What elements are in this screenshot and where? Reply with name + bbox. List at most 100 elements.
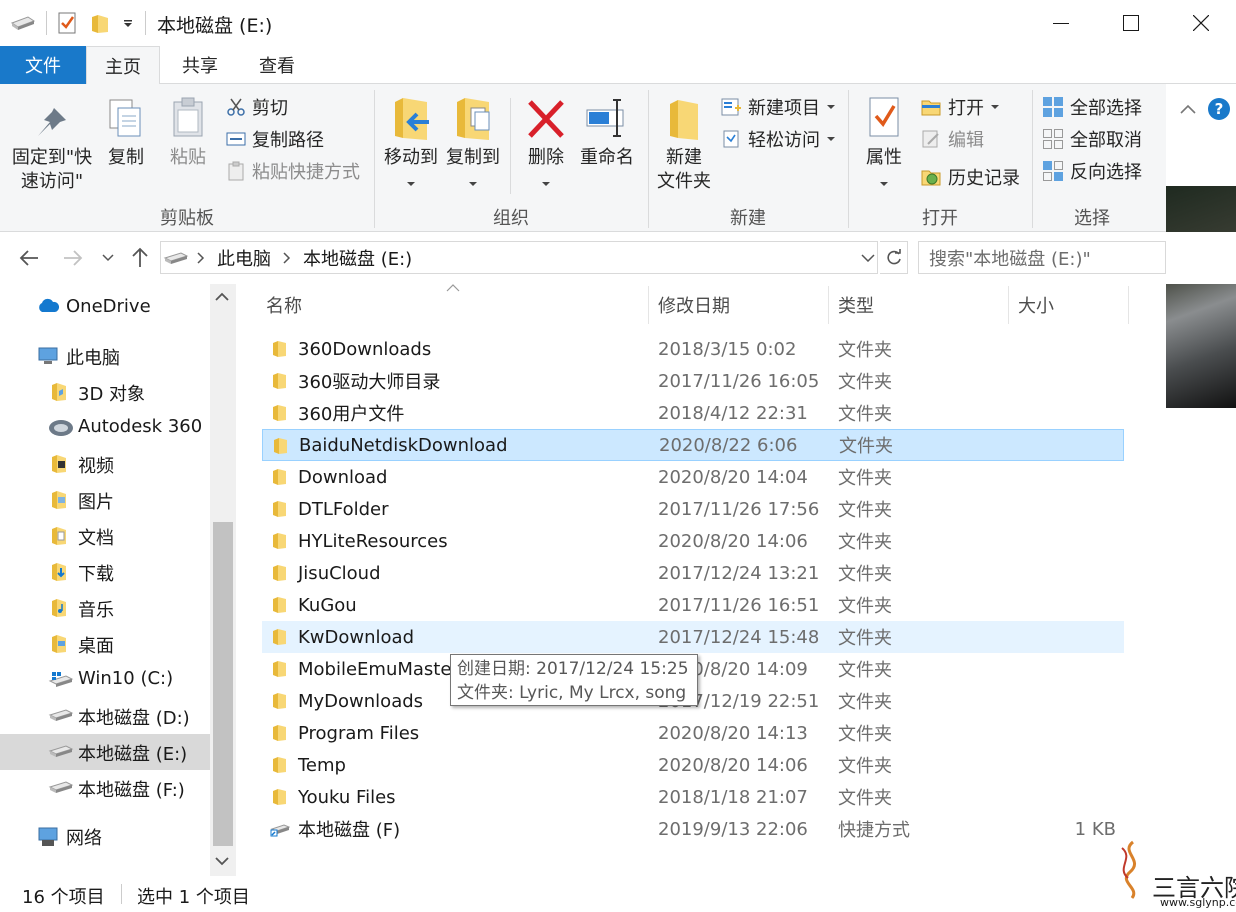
nav-item[interactable]: Win10 (C:) xyxy=(0,662,210,698)
column-divider[interactable] xyxy=(828,286,829,324)
chevron-down-icon xyxy=(827,105,835,109)
ribbon-tabs: 文件 主页 共享 查看 ? xyxy=(0,46,1236,120)
select-none-button[interactable]: 全部取消 xyxy=(1042,126,1142,152)
nav-scroll-thumb[interactable] xyxy=(213,522,233,846)
cloud-icon xyxy=(36,298,60,319)
file-row[interactable]: HYLiteResources 2020/8/20 14:06 文件夹 xyxy=(262,525,1124,557)
tab-home[interactable]: 主页 xyxy=(86,46,160,85)
copy-path-button[interactable]: 复制路径 xyxy=(226,126,324,152)
paste-button[interactable]: 粘贴 xyxy=(160,96,216,170)
breadcrumb-chevron-icon[interactable] xyxy=(197,251,205,264)
tab-file[interactable]: 文件 xyxy=(0,46,86,84)
tab-share[interactable]: 共享 xyxy=(163,46,237,84)
rename-button[interactable]: 重命名 xyxy=(576,94,638,170)
breadcrumb-drive-e[interactable]: 本地磁盘 (E:) xyxy=(303,245,412,271)
file-row[interactable]: 本地磁盘 (F) 2019/9/13 22:06 快捷方式 1 KB xyxy=(262,813,1124,845)
copy-to-button[interactable]: 复制到 xyxy=(442,94,504,194)
nav-item[interactable]: 文档 xyxy=(0,518,210,554)
column-header-name[interactable]: 名称 xyxy=(266,292,302,318)
nav-item[interactable]: 本地磁盘 (E:) xyxy=(0,734,210,770)
network-icon xyxy=(36,826,60,853)
new-folder-icon[interactable] xyxy=(89,12,111,34)
nav-item-label: 下载 xyxy=(78,564,114,585)
collapse-ribbon-icon[interactable] xyxy=(1178,100,1198,120)
new-folder-button[interactable]: 新建 文件夹 xyxy=(654,94,714,194)
tab-view[interactable]: 查看 xyxy=(240,46,314,84)
back-icon[interactable] xyxy=(18,248,40,268)
item-tooltip: 创建日期: 2017/12/24 15:25 文件夹: Lyric, My Lr… xyxy=(450,654,698,706)
edit-button[interactable]: 编辑 xyxy=(920,126,984,152)
column-divider[interactable] xyxy=(648,286,649,324)
search-input[interactable]: 搜索"本地磁盘 (E:)" xyxy=(918,241,1166,274)
open-button[interactable]: 打开 xyxy=(920,94,1000,120)
file-row[interactable]: BaiduNetdiskDownload 2020/8/22 6:06 文件夹 xyxy=(262,429,1124,461)
nav-item[interactable]: 桌面 xyxy=(0,626,210,662)
nav-item[interactable]: OneDrive xyxy=(0,290,210,326)
file-row[interactable]: JisuCloud 2017/12/24 13:21 文件夹 xyxy=(262,557,1124,589)
recent-locations-icon[interactable] xyxy=(102,254,114,262)
file-row[interactable]: Youku Files 2018/1/18 21:07 文件夹 xyxy=(262,781,1124,813)
file-type: 文件夹 xyxy=(838,468,892,489)
minimize-button[interactable] xyxy=(1026,0,1096,46)
qat-dropdown-icon[interactable] xyxy=(121,16,135,30)
drive-icon[interactable] xyxy=(10,13,36,33)
maximize-button[interactable] xyxy=(1096,0,1166,46)
file-row[interactable]: 360用户文件 2018/4/12 22:31 文件夹 xyxy=(262,397,1124,429)
column-divider[interactable] xyxy=(1008,286,1009,324)
nav-item[interactable]: 视频 xyxy=(0,446,210,482)
nav-item[interactable]: 图片 xyxy=(0,482,210,518)
nav-item[interactable]: 下载 xyxy=(0,554,210,590)
breadcrumb-chevron-icon[interactable] xyxy=(283,251,291,264)
close-button[interactable] xyxy=(1166,0,1236,46)
file-row[interactable]: Program Files 2020/8/20 14:13 文件夹 xyxy=(262,717,1124,749)
properties-icon[interactable] xyxy=(57,11,79,35)
copy-path-label: 复制路径 xyxy=(252,130,324,151)
file-date: 2020/8/20 14:04 xyxy=(658,466,808,488)
file-type: 文件夹 xyxy=(838,564,892,585)
properties-button[interactable]: 属性 xyxy=(856,94,912,194)
file-row[interactable]: 360Downloads 2018/3/15 0:02 文件夹 xyxy=(262,333,1124,365)
nav-item[interactable]: 3D 对象 xyxy=(0,374,210,410)
file-row[interactable]: KwDownload 2017/12/24 15:48 文件夹 xyxy=(262,621,1124,653)
folder-icon xyxy=(271,438,289,454)
help-icon[interactable]: ? xyxy=(1208,98,1230,120)
column-header-type[interactable]: 类型 xyxy=(838,292,874,318)
breadcrumb-this-pc[interactable]: 此电脑 xyxy=(217,245,271,271)
cut-button[interactable]: 剪切 xyxy=(226,94,288,120)
nav-item[interactable]: 本地磁盘 (D:) xyxy=(0,698,210,734)
file-row[interactable]: Temp 2020/8/20 14:06 文件夹 xyxy=(262,749,1124,781)
nav-item[interactable]: 此电脑 xyxy=(0,338,210,374)
chevron-down-icon xyxy=(407,182,415,186)
pin-quick-access-button[interactable]: 固定到"快 速访问" xyxy=(8,102,96,194)
column-header-date[interactable]: 修改日期 xyxy=(658,292,730,318)
paste-shortcut-button[interactable]: 粘贴快捷方式 xyxy=(226,158,360,184)
easy-access-button[interactable]: 轻松访问 xyxy=(720,126,836,152)
scroll-down-icon[interactable] xyxy=(215,856,229,866)
folder-3d-icon xyxy=(48,382,70,407)
file-row[interactable]: DTLFolder 2017/11/26 17:56 文件夹 xyxy=(262,493,1124,525)
nav-item[interactable]: Autodesk 360 xyxy=(0,410,210,446)
file-row[interactable]: KuGou 2017/11/26 16:51 文件夹 xyxy=(262,589,1124,621)
column-divider[interactable] xyxy=(1128,286,1129,324)
address-dropdown-icon[interactable] xyxy=(861,253,875,262)
invert-selection-button[interactable]: 反向选择 xyxy=(1042,158,1142,184)
up-icon[interactable] xyxy=(130,246,150,268)
refresh-button[interactable] xyxy=(880,241,908,274)
nav-item[interactable]: 本地磁盘 (F:) xyxy=(0,770,210,806)
address-bar[interactable]: 此电脑 本地磁盘 (E:) xyxy=(160,241,878,274)
select-all-button[interactable]: 全部选择 xyxy=(1042,94,1142,120)
forward-icon[interactable] xyxy=(62,248,84,268)
delete-button[interactable]: 删除 xyxy=(520,94,572,194)
nav-item[interactable]: 网络 xyxy=(0,818,210,854)
file-row[interactable]: Download 2020/8/20 14:04 文件夹 xyxy=(262,461,1124,493)
move-to-button[interactable]: 移动到 xyxy=(380,94,442,194)
file-name: HYLiteResources xyxy=(298,530,448,552)
nav-item[interactable]: 音乐 xyxy=(0,590,210,626)
column-header-size[interactable]: 大小 xyxy=(1018,292,1054,318)
copy-button[interactable]: 复制 xyxy=(100,96,152,170)
new-item-button[interactable]: 新建项目 xyxy=(720,94,836,120)
chevron-down-icon xyxy=(827,137,835,141)
scroll-up-icon[interactable] xyxy=(215,292,229,302)
history-button[interactable]: 历史记录 xyxy=(920,164,1020,190)
file-row[interactable]: 360驱动大师目录 2017/11/26 16:05 文件夹 xyxy=(262,365,1124,397)
